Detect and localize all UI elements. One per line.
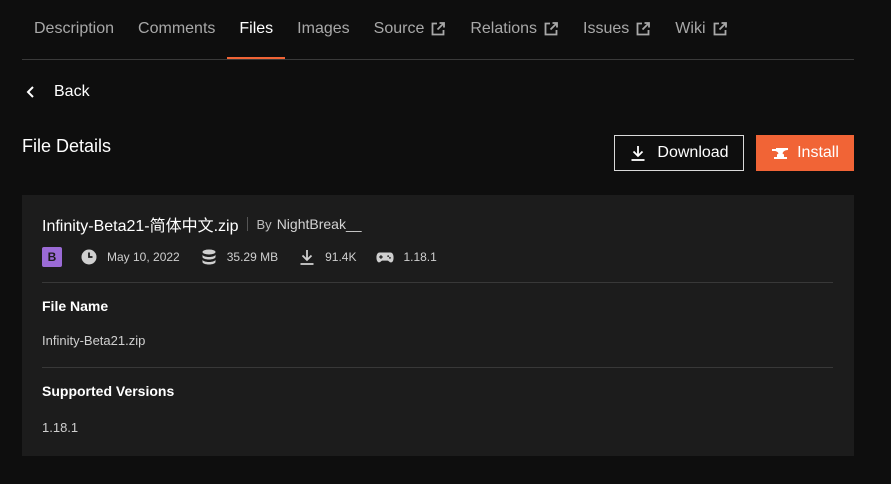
- downloads-value: 91.4K: [325, 250, 357, 264]
- download-icon: [631, 146, 645, 161]
- chevron-left-icon: [26, 86, 34, 98]
- file-display-name: Infinity-Beta21-简体中文.zip: [42, 218, 239, 235]
- back-link[interactable]: Back: [22, 80, 90, 104]
- download-label: Download: [657, 144, 729, 161]
- meta-downloads: 91.4K: [298, 248, 356, 266]
- tab-bar: Description Comments Files Images Source…: [22, 0, 854, 60]
- tab-wiki[interactable]: Wiki: [663, 1, 739, 59]
- external-link-icon: [636, 22, 651, 36]
- supported-versions-value: 1.18.1: [42, 420, 79, 435]
- header-divider: [246, 217, 248, 231]
- tab-images[interactable]: Images: [285, 1, 361, 59]
- date-value: May 10, 2022: [107, 250, 180, 264]
- install-label: Install: [797, 144, 839, 161]
- release-type-badge: B: [42, 247, 62, 267]
- tab-label: Comments: [138, 20, 216, 37]
- tab-label: Wiki: [675, 20, 706, 37]
- back-label: Back: [54, 83, 90, 100]
- divider: [42, 282, 833, 283]
- file-name-label: File Name: [42, 298, 109, 314]
- meta-game-version: 1.18.1: [376, 248, 437, 266]
- install-button[interactable]: Install: [756, 135, 854, 171]
- tab-label: Description: [34, 20, 115, 37]
- tab-label: Images: [297, 20, 350, 37]
- game-version-value: 1.18.1: [403, 250, 437, 264]
- size-value: 35.29 MB: [226, 250, 279, 264]
- external-link-icon: [544, 22, 558, 36]
- tab-relations[interactable]: Relations: [458, 1, 571, 59]
- file-meta: B May 10, 2022 35.29 MB 91.4K 1.18.1: [42, 247, 457, 267]
- meta-date: May 10, 2022: [80, 248, 180, 266]
- anvil-icon: [772, 148, 789, 159]
- file-details-card: Infinity-Beta21-简体中文.zip By NightBreak__…: [22, 195, 854, 456]
- tab-label: Files: [239, 20, 274, 37]
- author-link[interactable]: NightBreak__: [277, 216, 362, 232]
- meta-size: 35.29 MB: [200, 248, 278, 266]
- clock-icon: [81, 249, 97, 265]
- external-link-icon: [431, 22, 446, 36]
- tab-label: Source: [373, 20, 425, 37]
- divider: [42, 367, 833, 368]
- tab-comments[interactable]: Comments: [126, 1, 227, 59]
- page-title: File Details: [22, 136, 112, 156]
- file-header: Infinity-Beta21-简体中文.zip By NightBreak__: [42, 212, 362, 236]
- tab-label: Relations: [470, 20, 538, 37]
- file-name-value: Infinity-Beta21.zip: [42, 333, 146, 348]
- tab-label: Issues: [583, 20, 630, 37]
- download-button[interactable]: Download: [614, 135, 744, 171]
- download-icon: [300, 250, 314, 265]
- external-link-icon: [713, 22, 727, 36]
- tab-issues[interactable]: Issues: [571, 1, 663, 59]
- supported-versions-label: Supported Versions: [42, 383, 175, 399]
- gamepad-icon: [376, 252, 395, 263]
- by-label: By: [256, 216, 272, 232]
- tab-source[interactable]: Source: [362, 1, 459, 59]
- tab-files[interactable]: Files: [227, 1, 286, 59]
- tab-description[interactable]: Description: [22, 1, 126, 59]
- database-icon: [202, 249, 216, 265]
